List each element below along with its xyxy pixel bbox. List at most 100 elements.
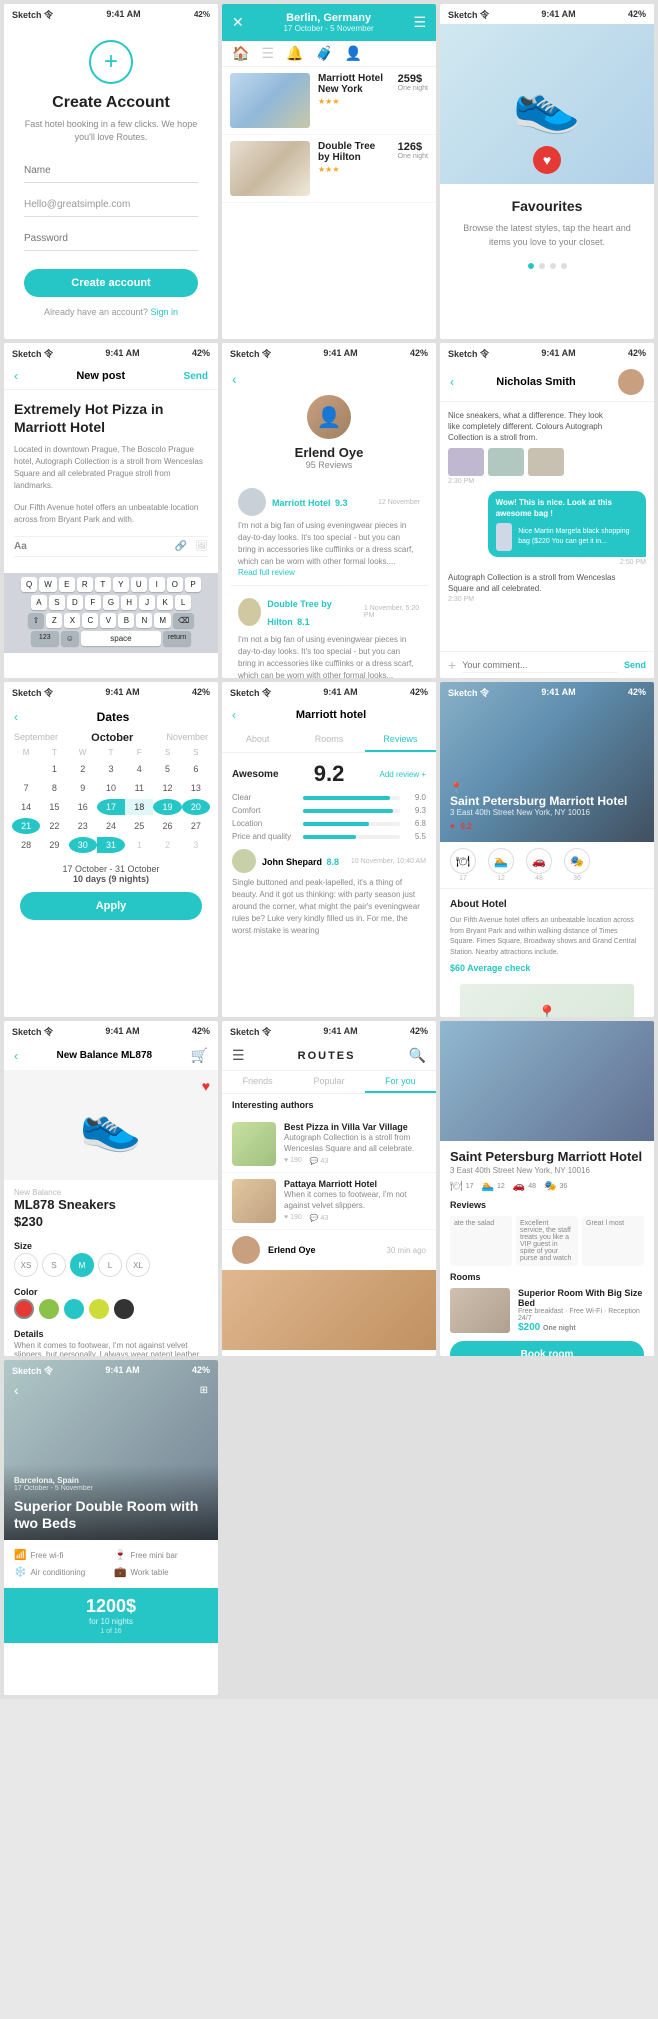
cal-day-10[interactable]: 10 bbox=[97, 780, 125, 796]
tab-rooms[interactable]: Rooms bbox=[293, 728, 364, 752]
read-more-link-1[interactable]: Read full review bbox=[238, 568, 420, 577]
cal-day-8[interactable]: 8 bbox=[40, 780, 68, 796]
wishlist-icon[interactable]: ♥ bbox=[202, 1078, 210, 1094]
comment-input[interactable] bbox=[462, 658, 618, 673]
key-u[interactable]: U bbox=[131, 577, 147, 592]
user-icon[interactable]: 👤 bbox=[345, 45, 362, 62]
cal-day-18[interactable]: 18 bbox=[125, 799, 153, 815]
key-delete[interactable]: ⌫ bbox=[173, 613, 194, 628]
cal-day-17[interactable]: 17 bbox=[97, 799, 125, 815]
key-return[interactable]: return bbox=[163, 631, 191, 646]
cal-day-3[interactable]: 3 bbox=[97, 761, 125, 777]
cal-day-24[interactable]: 24 bbox=[97, 818, 125, 834]
action-icon-4[interactable]: 🎭 36 bbox=[564, 848, 590, 882]
key-d[interactable]: D bbox=[67, 595, 83, 610]
cal-day-27[interactable]: 27 bbox=[182, 818, 210, 834]
book-room-button[interactable]: Book room bbox=[450, 1341, 644, 1356]
cal-day-29[interactable]: 29 bbox=[40, 837, 68, 853]
cal-day-16[interactable]: 16 bbox=[69, 799, 97, 815]
attach-icon[interactable]: + bbox=[448, 657, 456, 673]
cal-day-7[interactable]: 7 bbox=[12, 780, 40, 796]
cal-day-9[interactable]: 9 bbox=[69, 780, 97, 796]
tab-friends[interactable]: Friends bbox=[222, 1071, 293, 1093]
key-f[interactable]: F bbox=[85, 595, 101, 610]
size-xl[interactable]: XL bbox=[126, 1253, 150, 1277]
cal-day-20[interactable]: 20 bbox=[182, 799, 210, 815]
back-button[interactable]: ‹ bbox=[450, 375, 454, 389]
signin-link[interactable]: Sign in bbox=[151, 307, 179, 317]
cal-day-4[interactable]: 4 bbox=[125, 761, 153, 777]
cal-day-30[interactable]: 30 bbox=[69, 837, 97, 853]
search-icon[interactable]: ☰ bbox=[261, 45, 274, 62]
home-icon[interactable]: 🏠 bbox=[232, 45, 249, 62]
create-account-button[interactable]: Create account bbox=[24, 269, 198, 297]
key-w[interactable]: W bbox=[39, 577, 57, 592]
favourite-heart-icon[interactable]: ♥ bbox=[533, 146, 561, 174]
key-b[interactable]: B bbox=[118, 613, 134, 628]
key-q[interactable]: Q bbox=[21, 577, 37, 592]
cal-day-13[interactable]: 13 bbox=[182, 780, 210, 796]
size-l[interactable]: L bbox=[98, 1253, 122, 1277]
cal-day-25[interactable]: 25 bbox=[125, 818, 153, 834]
hotel-map[interactable]: 📍 bbox=[460, 984, 634, 1018]
hotel-card-1[interactable]: Marriott Hotel New York ★★★ 259$ One nig… bbox=[222, 67, 436, 135]
key-h[interactable]: H bbox=[121, 595, 137, 610]
key-space[interactable]: space bbox=[81, 631, 161, 646]
back-button[interactable]: ‹ bbox=[14, 1382, 19, 1398]
key-n[interactable]: N bbox=[136, 613, 152, 628]
email-field[interactable] bbox=[24, 193, 198, 217]
search-icon[interactable]: 🔍 bbox=[409, 1047, 426, 1064]
color-yellow[interactable] bbox=[89, 1299, 109, 1319]
cal-day-15[interactable]: 15 bbox=[40, 799, 68, 815]
color-black[interactable] bbox=[114, 1299, 134, 1319]
key-m[interactable]: M bbox=[154, 613, 171, 628]
tab-about[interactable]: About bbox=[222, 728, 293, 752]
cart-icon[interactable]: 🛒 bbox=[191, 1047, 208, 1064]
text-format-icon[interactable]: Aa bbox=[14, 541, 27, 552]
tab-popular[interactable]: Popular bbox=[293, 1071, 364, 1093]
color-green[interactable] bbox=[39, 1299, 59, 1319]
key-z[interactable]: Z bbox=[46, 613, 62, 628]
author-item-2[interactable]: Pattaya Marriott Hotel When it comes to … bbox=[222, 1173, 436, 1230]
action-icon-1[interactable]: 🍽 17 bbox=[450, 848, 476, 882]
key-emoji[interactable]: ☺ bbox=[61, 631, 79, 646]
key-l[interactable]: L bbox=[175, 595, 191, 610]
close-button[interactable]: ✕ bbox=[232, 14, 244, 31]
key-v[interactable]: V bbox=[100, 613, 116, 628]
key-s[interactable]: S bbox=[49, 595, 65, 610]
key-a[interactable]: A bbox=[31, 595, 47, 610]
apply-dates-button[interactable]: Apply bbox=[20, 892, 202, 920]
key-g[interactable]: G bbox=[103, 595, 119, 610]
add-review-link[interactable]: Add review + bbox=[380, 770, 426, 779]
action-icon-3[interactable]: 🚗 48 bbox=[526, 848, 552, 882]
filter-icon[interactable]: ⊞ bbox=[200, 1385, 208, 1396]
key-123[interactable]: 123 bbox=[31, 631, 59, 646]
color-red[interactable] bbox=[14, 1299, 34, 1319]
month-nov[interactable]: November bbox=[166, 732, 208, 744]
cal-day-23[interactable]: 23 bbox=[69, 818, 97, 834]
back-button[interactable]: ‹ bbox=[14, 1049, 18, 1063]
cal-day-28[interactable]: 28 bbox=[12, 837, 40, 853]
month-sep[interactable]: September bbox=[14, 732, 58, 744]
bag-icon[interactable]: 🧳 bbox=[315, 45, 332, 62]
cal-day-12[interactable]: 12 bbox=[153, 780, 181, 796]
password-field[interactable] bbox=[24, 227, 198, 251]
back-icon[interactable]: ‹ bbox=[14, 369, 18, 383]
month-oct[interactable]: October bbox=[91, 732, 133, 744]
action-icon-2[interactable]: 🏊 12 bbox=[488, 848, 514, 882]
hotel-card-2[interactable]: Double Tree by Hilton ★★★ 126$ One night bbox=[222, 135, 436, 203]
cal-day-21[interactable]: 21 bbox=[12, 818, 40, 834]
key-k[interactable]: K bbox=[157, 595, 173, 610]
cal-day-26[interactable]: 26 bbox=[153, 818, 181, 834]
key-t[interactable]: T bbox=[95, 577, 111, 592]
dot-2[interactable] bbox=[539, 263, 545, 269]
key-i[interactable]: I bbox=[149, 577, 165, 592]
key-c[interactable]: C bbox=[82, 613, 98, 628]
bell-icon[interactable]: 🔔 bbox=[286, 45, 303, 62]
tab-reviews[interactable]: Reviews bbox=[365, 728, 436, 752]
menu-icon[interactable]: ☰ bbox=[232, 1047, 245, 1064]
filter-icon[interactable]: ☰ bbox=[413, 14, 426, 31]
cal-day-6[interactable]: 6 bbox=[182, 761, 210, 777]
key-p[interactable]: P bbox=[185, 577, 201, 592]
key-e[interactable]: E bbox=[59, 577, 75, 592]
